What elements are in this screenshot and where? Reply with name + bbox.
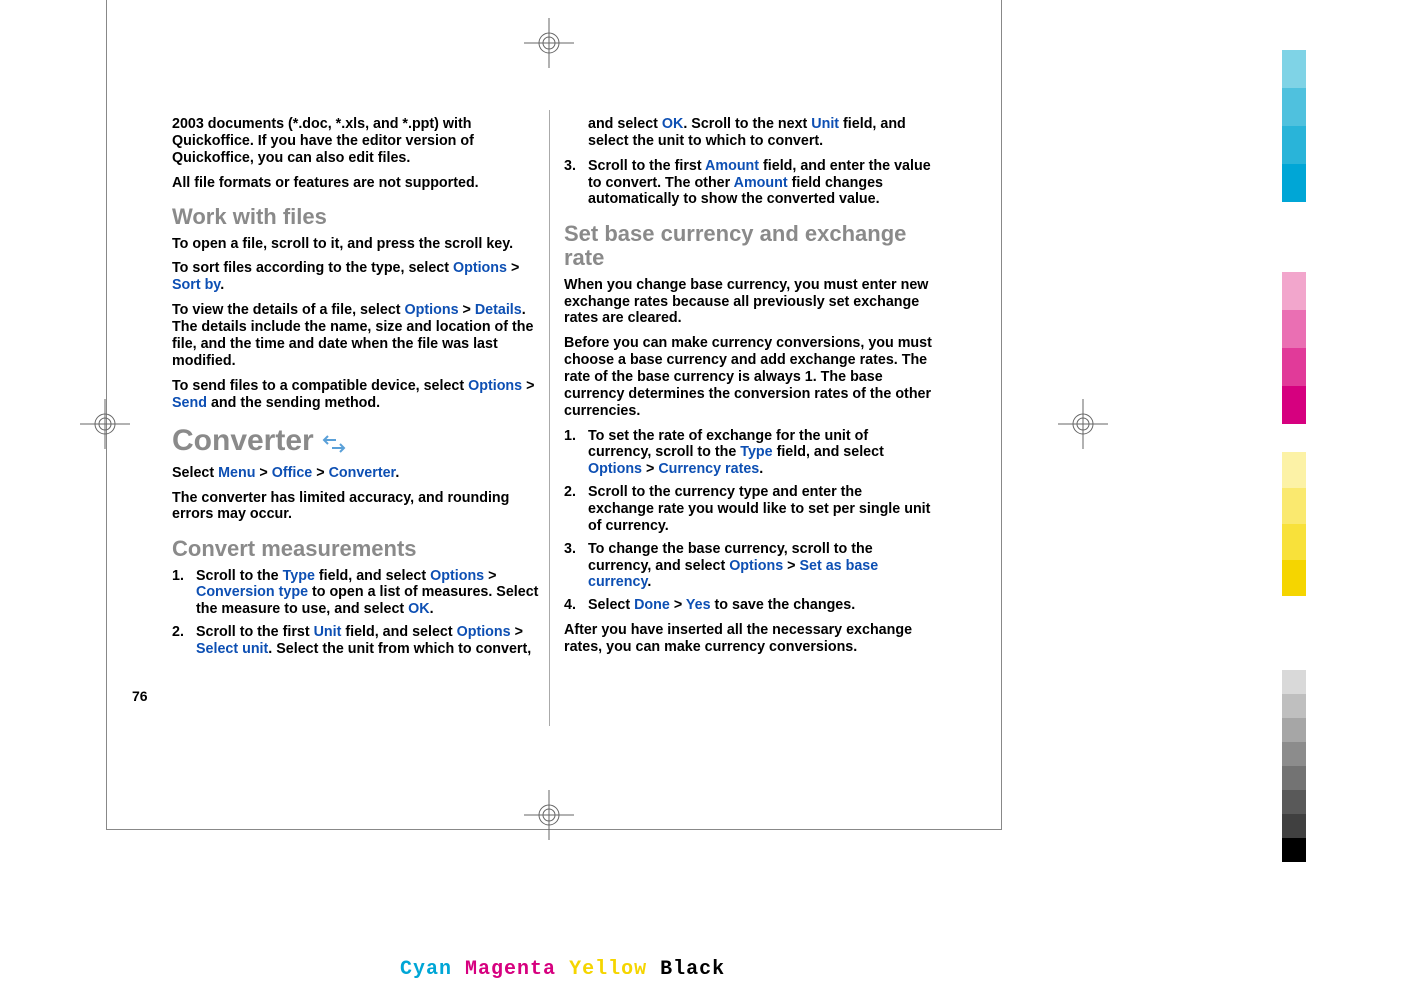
list-item: 1. To set the rate of exchange for the u… bbox=[564, 428, 932, 479]
paragraph: To open a file, scroll to it, and press … bbox=[172, 236, 540, 253]
text: field, and select bbox=[341, 624, 456, 640]
list-item: 2. Scroll to the first Unit field, and s… bbox=[172, 624, 540, 658]
ui-term: Type bbox=[740, 444, 772, 460]
black-swatches bbox=[1282, 670, 1306, 862]
ui-term: Yes bbox=[686, 597, 711, 613]
registration-mark-icon bbox=[524, 790, 574, 840]
text: > bbox=[507, 260, 519, 276]
paragraph: To view the details of a file, select Op… bbox=[172, 302, 540, 369]
paragraph: All file formats or features are not sup… bbox=[172, 175, 540, 192]
menu-path: Options bbox=[457, 624, 511, 640]
text: . Select the unit from which to convert, bbox=[268, 641, 531, 657]
menu-path: Options bbox=[729, 558, 783, 574]
menu-path: Options bbox=[468, 378, 522, 394]
menu-path: Select unit bbox=[196, 641, 268, 657]
paragraph: When you change base currency, you must … bbox=[564, 277, 932, 328]
heading-convert-measurements: Convert measurements bbox=[172, 537, 540, 561]
paragraph: Select Menu > Office > Converter. bbox=[172, 465, 540, 482]
text: > bbox=[312, 465, 328, 481]
registration-mark-icon bbox=[1058, 399, 1108, 449]
heading-converter: Converter bbox=[172, 423, 540, 458]
magenta-label: Magenta bbox=[465, 958, 556, 981]
menu-path: Send bbox=[172, 395, 207, 411]
paragraph: The converter has limited accuracy, and … bbox=[172, 490, 540, 524]
text: Scroll to the bbox=[196, 568, 283, 584]
text: > bbox=[484, 568, 496, 584]
menu-path: Menu bbox=[218, 465, 255, 481]
right-column: and select OK. Scroll to the next Unit f… bbox=[564, 116, 932, 666]
heading-set-base-currency: Set base currency and exchange rate bbox=[564, 222, 932, 270]
text: > bbox=[670, 597, 686, 613]
page-number: 76 bbox=[132, 688, 148, 704]
text: > bbox=[783, 558, 799, 574]
menu-path: Options bbox=[430, 568, 484, 584]
list-item: 3. To change the base currency, scroll t… bbox=[564, 541, 932, 592]
list-item: 2. Scroll to the currency type and enter… bbox=[564, 484, 932, 535]
menu-path: Conversion type bbox=[196, 584, 308, 600]
text: Scroll to the currency type and enter th… bbox=[588, 484, 930, 534]
ordered-list: 1. To set the rate of exchange for the u… bbox=[564, 428, 932, 615]
left-column: 2003 documents (*.doc, *.xls, and *.ppt)… bbox=[172, 116, 540, 666]
menu-path: Office bbox=[272, 465, 313, 481]
menu-path: Currency rates bbox=[658, 461, 759, 477]
text: To sort files according to the type, sel… bbox=[172, 260, 453, 276]
registration-mark-icon bbox=[80, 399, 130, 449]
menu-path: Sort by bbox=[172, 277, 220, 293]
menu-path: Options bbox=[453, 260, 507, 276]
cyan-swatches bbox=[1282, 50, 1306, 202]
ui-term: Amount bbox=[734, 175, 788, 191]
yellow-swatches bbox=[1282, 452, 1306, 596]
text: and the sending method. bbox=[207, 395, 380, 411]
text: field, and select bbox=[315, 568, 430, 584]
text: Select bbox=[172, 465, 218, 481]
paragraph: To sort files according to the type, sel… bbox=[172, 260, 540, 294]
text: To view the details of a file, select bbox=[172, 302, 405, 318]
cyan-label: Cyan bbox=[400, 958, 452, 981]
registration-mark-icon bbox=[524, 18, 574, 68]
text: To send files to a compatible device, se… bbox=[172, 378, 468, 394]
ui-term: Unit bbox=[314, 624, 342, 640]
heading-text: Converter bbox=[172, 423, 314, 458]
menu-path: Options bbox=[588, 461, 642, 477]
ordered-list: 3. Scroll to the first Amount field, and… bbox=[564, 158, 932, 209]
cmyk-label: Cyan Magenta Yellow Black bbox=[400, 958, 725, 981]
list-item: 3. Scroll to the first Amount field, and… bbox=[564, 158, 932, 209]
ui-term: Type bbox=[283, 568, 315, 584]
text: > bbox=[459, 302, 475, 318]
ui-term: Unit bbox=[811, 116, 839, 132]
ui-term: OK bbox=[408, 601, 429, 617]
converter-icon bbox=[322, 429, 346, 453]
text: > bbox=[642, 461, 658, 477]
document-content: 2003 documents (*.doc, *.xls, and *.ppt)… bbox=[172, 116, 932, 666]
paragraph: and select OK. Scroll to the next Unit f… bbox=[564, 116, 932, 150]
yellow-label: Yellow bbox=[569, 958, 647, 981]
ui-term: Amount bbox=[705, 158, 759, 174]
list-item: 1. Scroll to the Type field, and select … bbox=[172, 568, 540, 619]
text: to save the changes. bbox=[711, 597, 856, 613]
text: Scroll to the first bbox=[196, 624, 314, 640]
list-item: 4. Select Done > Yes to save the changes… bbox=[564, 597, 932, 614]
magenta-swatches bbox=[1282, 272, 1306, 424]
paragraph: To send files to a compatible device, se… bbox=[172, 378, 540, 412]
text: > bbox=[522, 378, 534, 394]
paragraph: Before you can make currency conversions… bbox=[564, 335, 932, 419]
ui-term: OK bbox=[662, 116, 683, 132]
text: field, and select bbox=[773, 444, 884, 460]
menu-path: Converter bbox=[329, 465, 396, 481]
text: . Scroll to the next bbox=[683, 116, 811, 132]
menu-path: Options bbox=[405, 302, 459, 318]
menu-path: Details bbox=[475, 302, 522, 318]
heading-work-with-files: Work with files bbox=[172, 205, 540, 229]
black-label: Black bbox=[660, 958, 725, 981]
text: and select bbox=[588, 116, 662, 132]
text: > bbox=[255, 465, 271, 481]
paragraph: After you have inserted all the necessar… bbox=[564, 622, 932, 656]
text: Select bbox=[588, 597, 634, 613]
ordered-list: 1. Scroll to the Type field, and select … bbox=[172, 568, 540, 658]
text: Scroll to the first bbox=[588, 158, 705, 174]
ui-term: Done bbox=[634, 597, 670, 613]
text: > bbox=[511, 624, 523, 640]
paragraph: 2003 documents (*.doc, *.xls, and *.ppt)… bbox=[172, 116, 540, 167]
